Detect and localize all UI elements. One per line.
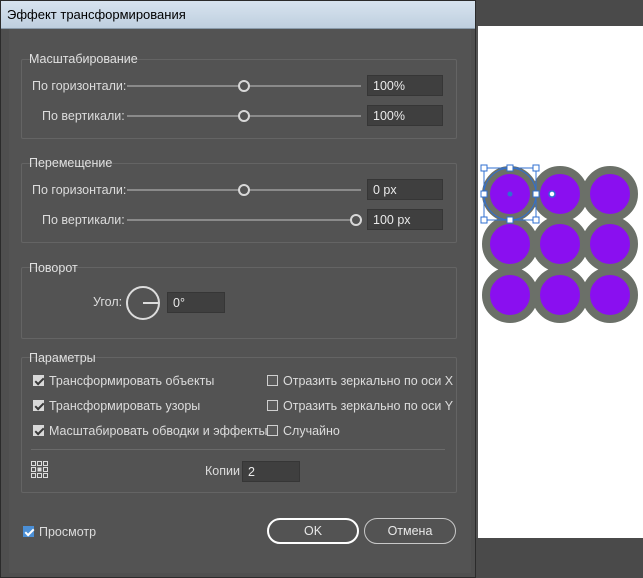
copies-label: Копии — [205, 464, 240, 478]
circle-r2c1 — [482, 216, 538, 272]
transform-patterns-checkbox[interactable] — [33, 400, 44, 411]
move-horizontal-label: По горизонтали: — [32, 183, 127, 197]
center-point — [507, 191, 513, 197]
circle-r3c3 — [582, 267, 638, 323]
canvas-top-strip — [476, 0, 643, 26]
scale-vertical-input[interactable]: 100% — [367, 105, 443, 126]
transform-objects-checkbox[interactable] — [33, 375, 44, 386]
circle-r2c3 — [582, 216, 638, 272]
reflect-y-label[interactable]: Отразить зеркально по оси Y — [283, 399, 453, 413]
move-vertical-slider-thumb[interactable] — [350, 214, 362, 226]
circle-r1c3 — [582, 166, 638, 222]
circle-r1c2 — [532, 166, 588, 222]
scale-horizontal-label: По горизонтали: — [32, 79, 127, 93]
cancel-button[interactable]: Отмена — [364, 518, 456, 544]
circle-r2c2 — [532, 216, 588, 272]
move-vertical-slider-track[interactable] — [127, 219, 361, 221]
options-divider — [31, 449, 445, 450]
circle-r3c1 — [482, 267, 538, 323]
reflect-x-checkbox[interactable] — [267, 375, 278, 386]
scale-strokes-label[interactable]: Масштабировать обводки и эффекты — [49, 424, 267, 438]
artwork-preview — [480, 164, 638, 323]
transform-effect-dialog: Эффект трансформирования Масштабирование… — [0, 0, 476, 578]
scale-group-title: Масштабирование — [29, 52, 138, 66]
reflect-x-label[interactable]: Отразить зеркально по оси X — [283, 374, 453, 388]
move-horizontal-slider-thumb[interactable] — [238, 184, 250, 196]
move-group — [21, 163, 457, 243]
transform-patterns-label[interactable]: Трансформировать узоры — [49, 399, 200, 413]
move-vertical-input[interactable]: 100 px — [367, 209, 443, 230]
rotate-group-title: Поворот — [29, 261, 78, 275]
transform-origin-point — [548, 190, 556, 198]
preview-label[interactable]: Просмотр — [39, 525, 96, 539]
rotate-group — [21, 267, 457, 339]
angle-label: Угол: — [93, 295, 123, 309]
transform-objects-label[interactable]: Трансформировать объекты — [49, 374, 214, 388]
copies-input[interactable]: 2 — [242, 461, 300, 482]
scale-horizontal-input[interactable]: 100% — [367, 75, 443, 96]
reference-point-grid-icon[interactable] — [31, 461, 49, 479]
angle-input[interactable]: 0° — [167, 292, 225, 313]
ok-button[interactable]: OK — [267, 518, 359, 544]
angle-dial-icon[interactable] — [125, 285, 161, 321]
artboard-canvas[interactable] — [478, 26, 643, 538]
circle-r3c2 — [532, 267, 588, 323]
options-group-title: Параметры — [29, 351, 96, 365]
scale-horizontal-slider-thumb[interactable] — [238, 80, 250, 92]
scale-group — [21, 59, 457, 139]
dialog-body: Масштабирование По горизонтали: 100% По … — [9, 29, 471, 573]
move-vertical-label: По вертикали: — [42, 213, 125, 227]
preview-checkbox[interactable] — [23, 526, 34, 537]
scale-vertical-label: По вертикали: — [42, 109, 125, 123]
random-checkbox[interactable] — [267, 425, 278, 436]
scale-strokes-checkbox[interactable] — [33, 425, 44, 436]
move-horizontal-input[interactable]: 0 px — [367, 179, 443, 200]
dialog-title: Эффект трансформирования — [7, 7, 186, 22]
move-group-title: Перемещение — [29, 156, 113, 170]
dialog-titlebar[interactable]: Эффект трансформирования — [1, 1, 475, 29]
canvas-bottom-strip — [476, 538, 643, 578]
scale-vertical-slider-thumb[interactable] — [238, 110, 250, 122]
random-label[interactable]: Случайно — [283, 424, 340, 438]
reflect-y-checkbox[interactable] — [267, 400, 278, 411]
